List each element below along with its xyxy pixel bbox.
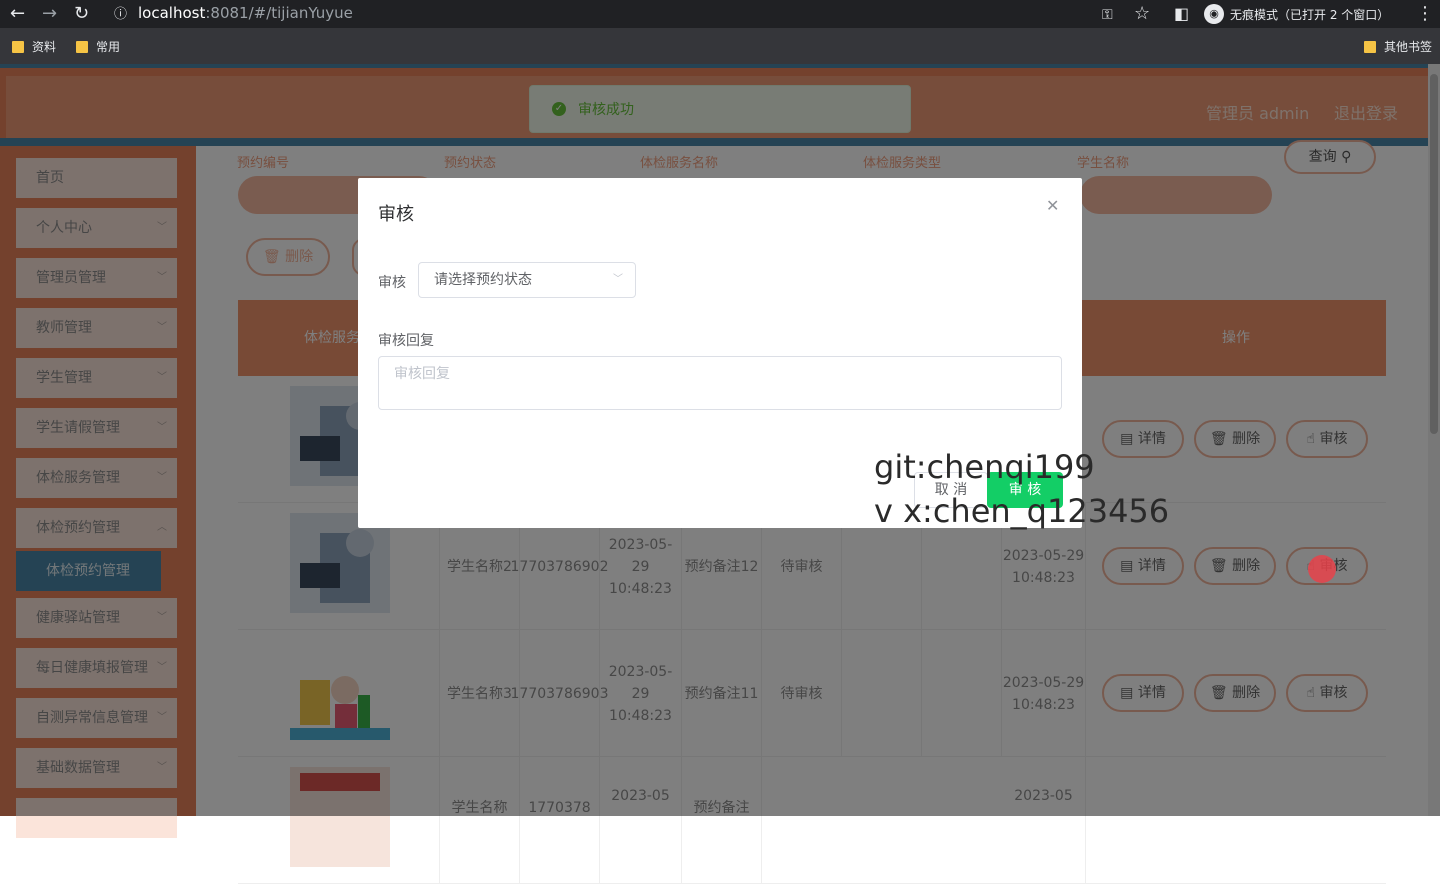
audit-status-select[interactable]: 请选择预约状态 ﹀ [418,262,636,298]
bookmark-folder[interactable]: 资料 [12,38,56,55]
other-bookmarks[interactable]: 其他书签 [1364,38,1432,55]
bookmarks-bar: 资料 常用 其他书签 [0,28,1440,64]
cursor-highlight [1308,555,1336,583]
key-icon[interactable]: ⚿ [1102,5,1113,25]
forward-icon[interactable]: → [42,4,57,24]
watermark-text: v x:chen_q123456 [874,492,1170,530]
incognito-label: 无痕模式（已打开 2 个窗口） [1230,7,1390,22]
select-placeholder: 请选择预约状态 [434,272,532,288]
folder-icon [76,40,88,53]
reply-placeholder: 审核回复 [394,366,450,382]
close-icon[interactable]: ✕ [1046,196,1059,215]
reply-label: 审核回复 [378,333,434,349]
browser-toolbar: ← → ↻ ⓘ localhost:8081/#/tijianYuyue ⚿ ☆… [0,0,1440,28]
sidepanel-icon[interactable]: ◧ [1174,4,1189,24]
folder-icon [1364,40,1376,53]
info-icon[interactable]: ⓘ [114,5,127,25]
reload-icon[interactable]: ↻ [74,4,89,24]
watermark-text: git:chenqi199 [874,448,1095,486]
reply-textarea[interactable]: 审核回复 [378,356,1062,410]
bookmark-label: 常用 [96,40,121,54]
bookmark-folder[interactable]: 常用 [76,38,120,55]
incognito-icon: ◉ [1204,4,1224,24]
back-icon[interactable]: ← [10,4,25,24]
url-host: localhost [138,4,206,22]
menu-icon[interactable]: ⋮ [1416,4,1434,24]
star-icon[interactable]: ☆ [1134,4,1150,24]
bookmark-label: 资料 [32,40,57,54]
incognito-indicator[interactable]: ◉ 无痕模式（已打开 2 个窗口） [1204,3,1389,25]
dialog-title: 审核 [378,204,414,225]
audit-label: 审核 [378,275,406,291]
chevron-down-icon: ﹀ [613,274,623,285]
url-path: :8081/#/tijianYuyue [205,4,353,22]
address-bar[interactable]: localhost:8081/#/tijianYuyue [138,4,353,22]
bookmark-label: 其他书签 [1384,40,1433,54]
folder-icon [12,40,24,53]
